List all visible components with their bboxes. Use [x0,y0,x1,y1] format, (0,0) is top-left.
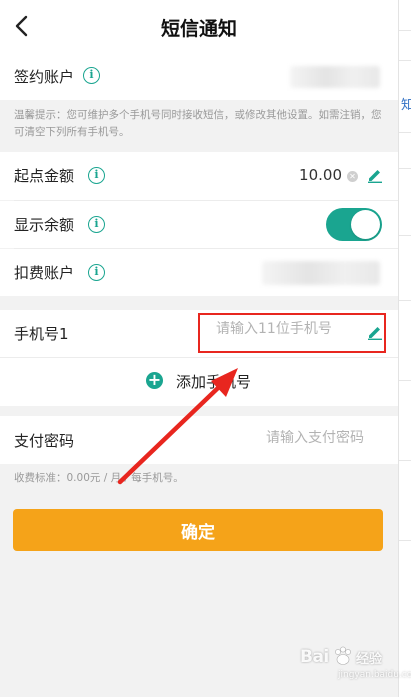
phone-input[interactable] [216,321,356,337]
header-bar: 短信通知 [0,0,398,54]
info-icon[interactable]: i [88,216,105,233]
account-row: 签约账户 i [0,54,398,100]
fee-account-row: 扣费账户 i [0,249,398,296]
info-icon[interactable]: i [88,264,105,281]
phone-label: 手机号1 [14,325,69,343]
toggle-knob [351,210,380,239]
edit-pencil-icon[interactable] [367,167,383,183]
info-icon[interactable]: i [83,67,100,84]
paw-icon [332,645,354,667]
edit-pencil-icon[interactable] [367,324,383,340]
sms-notification-screen: 短信通知 签约账户 i 温馨提示：您可维护多个手机号同时接收短信，或修改其他设置… [0,0,398,697]
password-input[interactable] [224,430,364,446]
masked-fee-account [262,261,380,285]
side-strip-text: 知 [401,98,411,113]
watermark-url: jingyan.baidu.com [338,670,411,680]
plus-circle-icon: + [146,370,163,389]
info-icon[interactable]: i [88,167,105,184]
add-phone-button[interactable]: + 添加手机号 [0,358,398,406]
threshold-value[interactable]: 10.00 [299,166,342,184]
confirm-button[interactable]: 确定 [13,509,383,551]
add-phone-label: 添加手机号 [176,373,252,391]
fee-account-label: 扣费账户 [14,264,75,282]
fee-note: 收费标准：0.00元 / 月 / 每手机号。 [14,472,184,484]
password-label: 支付密码 [14,432,75,450]
account-label: 签约账户 [14,68,75,86]
threshold-label: 起点金额 [14,167,75,185]
background-window-strip: 知 [398,0,411,697]
show-balance-toggle[interactable] [326,208,382,241]
masked-account-number [290,66,380,88]
phone-input-highlight [198,313,386,353]
tip-text: 温馨提示：您可维护多个手机号同时接收短信，或修改其他设置。如需注销，您可清空下列… [14,109,382,138]
watermark-brand: Bai [300,647,329,667]
baidu-jingyan-watermark: Bai 经验 jingyan.baidu.com [300,637,411,689]
page-title: 短信通知 [160,18,237,40]
watermark-suffix: 经验 [356,652,383,667]
show-balance-label: 显示余额 [14,216,75,234]
clear-icon[interactable]: ✕ [347,171,358,182]
